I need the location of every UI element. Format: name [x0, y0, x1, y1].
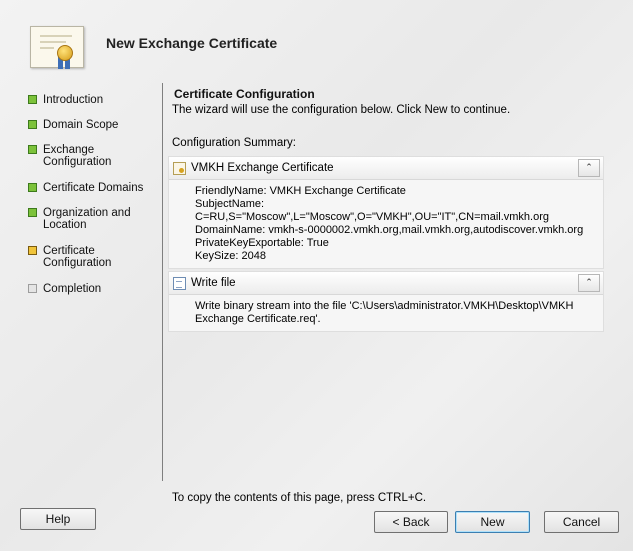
section-description: The wizard will use the configuration be…	[172, 104, 511, 116]
panel-header: Write file ⌃	[169, 272, 603, 295]
configuration-summary-label: Configuration Summary:	[172, 137, 296, 149]
double-chevron-up-icon: ⌃	[585, 277, 593, 287]
collapse-button[interactable]: ⌃	[578, 159, 600, 177]
write-file-panel: Write file ⌃ Write binary stream into th…	[168, 271, 604, 332]
step-domain-scope: Domain Scope	[28, 119, 158, 131]
back-button[interactable]: < Back	[374, 511, 448, 533]
collapse-button[interactable]: ⌃	[578, 274, 600, 292]
wizard-window: New Exchange Certificate Introduction Do…	[0, 0, 633, 551]
panel-body: FriendlyName: VMKH Exchange Certificate …	[195, 185, 584, 262]
certificate-icon	[173, 162, 186, 175]
step-complete-icon	[28, 145, 37, 154]
file-icon	[173, 277, 186, 290]
new-button[interactable]: New	[455, 511, 530, 533]
wizard-title: New Exchange Certificate	[106, 35, 278, 51]
panel-title: Write file	[191, 277, 236, 289]
step-introduction: Introduction	[28, 94, 158, 106]
panel-header: VMKH Exchange Certificate ⌃	[169, 157, 603, 180]
step-organization-location: Organization and Location	[28, 207, 158, 231]
panel-title: VMKH Exchange Certificate	[191, 162, 334, 174]
nav-divider	[162, 83, 163, 481]
double-chevron-up-icon: ⌃	[585, 162, 593, 172]
step-complete-icon	[28, 183, 37, 192]
step-complete-icon	[28, 208, 37, 217]
certificate-summary-panel: VMKH Exchange Certificate ⌃ FriendlyName…	[168, 156, 604, 269]
copy-hint: To copy the contents of this page, press…	[172, 492, 427, 504]
section-title: Certificate Configuration	[174, 87, 315, 101]
step-pending-icon	[28, 284, 37, 293]
step-complete-icon	[28, 120, 37, 129]
panel-body: Write binary stream into the file 'C:\Us…	[195, 300, 574, 325]
step-certificate-domains: Certificate Domains	[28, 182, 158, 194]
step-current-icon	[28, 246, 37, 255]
step-complete-icon	[28, 95, 37, 104]
certificate-icon	[30, 26, 84, 69]
step-exchange-configuration: Exchange Configuration	[28, 144, 158, 168]
help-button[interactable]: Help	[20, 508, 96, 530]
step-completion: Completion	[28, 283, 158, 295]
step-certificate-configuration: Certificate Configuration	[28, 245, 158, 269]
cancel-button[interactable]: Cancel	[544, 511, 619, 533]
